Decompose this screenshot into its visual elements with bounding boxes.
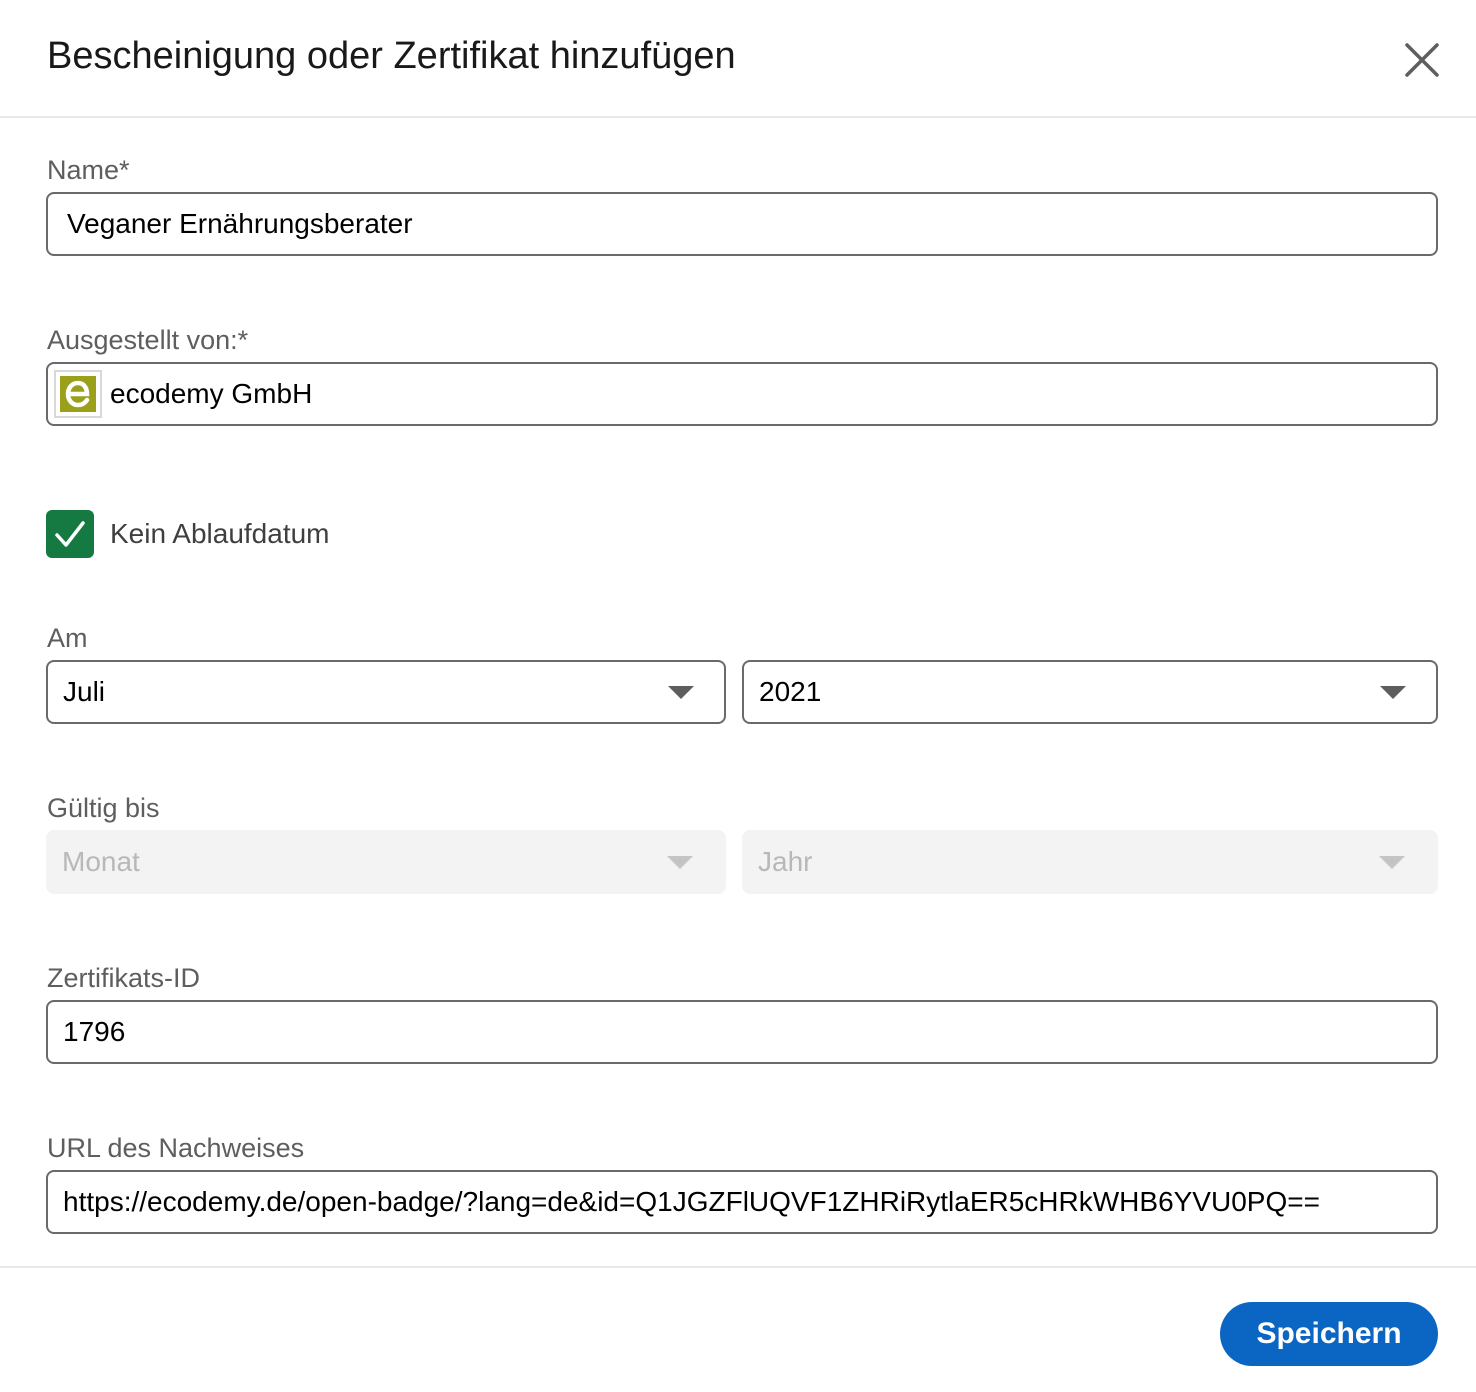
dialog-footer: Speichern <box>0 1266 1476 1392</box>
close-icon <box>1396 34 1448 86</box>
expiry-month-select: Monat <box>46 830 726 894</box>
expiry-year-select: Jahr <box>742 830 1438 894</box>
chevron-down-icon <box>1379 856 1405 869</box>
issuer-label: Ausgestellt von:* <box>47 325 249 355</box>
no-expiry-checkbox[interactable] <box>46 510 94 558</box>
dialog-title: Bescheinigung oder Zertifikat hinzufügen <box>47 35 736 77</box>
chevron-down-icon <box>667 856 693 869</box>
expiry-month-placeholder: Monat <box>62 846 140 877</box>
credential-url-input[interactable]: https://ecodemy.de/open-badge/?lang=de&i… <box>46 1170 1438 1234</box>
close-button[interactable] <box>1396 34 1448 86</box>
name-label: Name* <box>47 155 130 185</box>
no-expiry-label: Kein Ablaufdatum <box>110 518 330 549</box>
issued-month-value: Juli <box>63 676 106 707</box>
chevron-down-icon <box>1380 686 1406 699</box>
save-button[interactable]: Speichern <box>1220 1302 1438 1366</box>
issued-date-label: Am <box>47 623 88 653</box>
chevron-down-icon <box>668 686 694 699</box>
issued-month-select[interactable]: Juli <box>46 660 726 724</box>
issuer-input-value: ecodemy GmbH <box>110 378 313 409</box>
add-certification-dialog: Bescheinigung oder Zertifikat hinzufügen… <box>0 0 1476 1390</box>
credential-url-label: URL des Nachweises <box>47 1133 305 1163</box>
expiry-year-placeholder: Jahr <box>758 846 813 877</box>
expiry-date-label: Gültig bis <box>47 793 160 823</box>
issued-year-value: 2021 <box>759 676 822 707</box>
issuer-input[interactable]: ecodemy GmbH <box>46 362 1438 426</box>
name-input[interactable]: Veganer Ernährungsberater <box>46 192 1438 256</box>
checkmark-icon <box>46 510 94 558</box>
credential-id-input[interactable]: 1796 <box>46 1000 1438 1064</box>
issued-year-select[interactable]: 2021 <box>742 660 1438 724</box>
credential-id-label: Zertifikats-ID <box>47 963 201 993</box>
ecodemy-logo-icon <box>54 370 102 418</box>
credential-url-value: https://ecodemy.de/open-badge/?lang=de&i… <box>63 1186 1320 1217</box>
name-input-value: Veganer Ernährungsberater <box>67 208 413 239</box>
dialog-header: Bescheinigung oder Zertifikat hinzufügen <box>0 0 1476 118</box>
credential-id-value: 1796 <box>63 1016 126 1047</box>
